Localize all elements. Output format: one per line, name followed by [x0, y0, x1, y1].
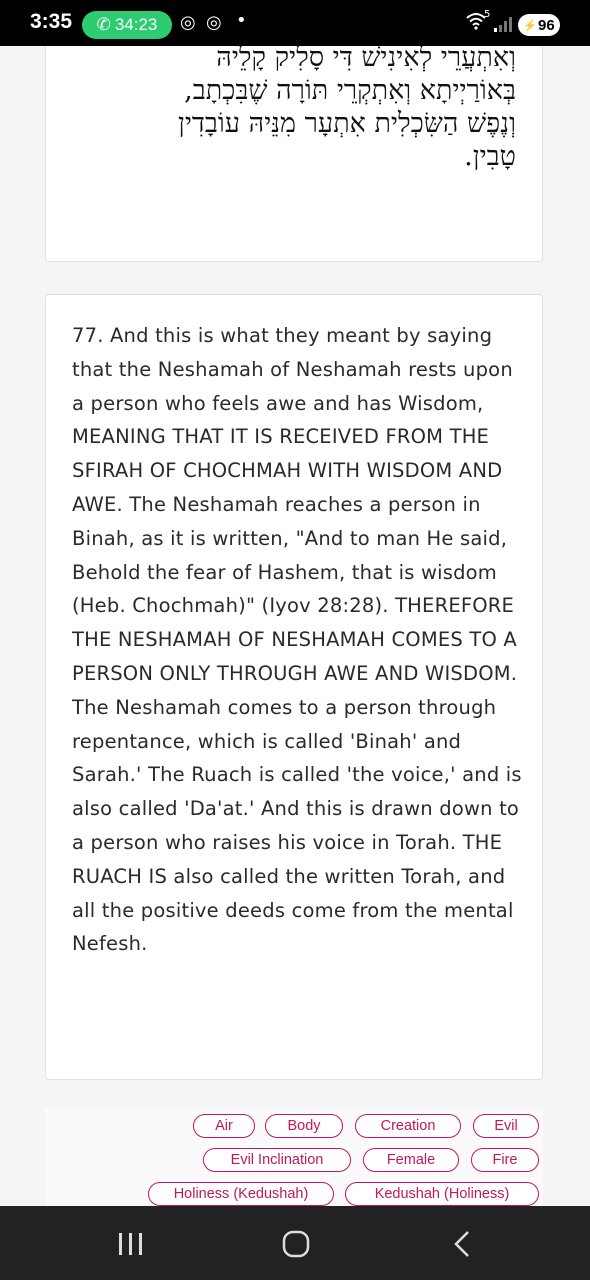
signal-label: 5 — [484, 9, 491, 20]
notification-dot-icon: • — [236, 10, 247, 31]
status-time: 3:35 — [30, 10, 73, 33]
home-button[interactable] — [272, 1224, 320, 1264]
tag-evil[interactable]: Evil — [473, 1114, 539, 1138]
translation-passage: 77. And this is what they meant by sayin… — [72, 324, 522, 956]
status-bar: 3:35 ✆ 34:23 ◎ ◎ • 5 ⚡ 96 — [0, 0, 590, 46]
cell-signal-icon — [494, 16, 512, 37]
tag-evil-inclination[interactable]: Evil Inclination — [203, 1148, 351, 1172]
back-icon — [454, 1231, 469, 1257]
tag-air[interactable]: Air — [193, 1114, 255, 1138]
tag-creation[interactable]: Creation — [355, 1114, 461, 1138]
tag-fire[interactable]: Fire — [471, 1148, 539, 1172]
tag-body[interactable]: Body — [265, 1114, 343, 1138]
recent-apps-icon — [119, 1233, 142, 1255]
tag-kedushah-holiness[interactable]: Kedushah (Holiness) — [345, 1182, 539, 1206]
battery-level: 96 — [538, 16, 555, 34]
chrome-icon-2: ◎ — [206, 12, 222, 33]
battery-icon: ⚡ — [523, 19, 537, 32]
home-icon — [282, 1230, 310, 1258]
back-button[interactable] — [438, 1224, 486, 1264]
phone-icon: ✆ — [96, 15, 111, 34]
hebrew-passage: וְאִתְעֲרֵי לְאִינִישׁ דִּי סָלִיק קָלֵי… — [177, 46, 516, 172]
recent-apps-button[interactable] — [107, 1224, 155, 1264]
tag-holiness-kedushah[interactable]: Holiness (Kedushah) — [148, 1182, 334, 1206]
system-navigation-bar — [0, 1206, 590, 1280]
ongoing-call-pill[interactable]: ✆ 34:23 — [82, 11, 172, 39]
wifi-icon — [466, 12, 486, 34]
chrome-icon: ◎ — [180, 12, 196, 33]
article-content[interactable]: וְאִתְעֲרֵי לְאִינִישׁ דִּי סָלִיק קָלֵי… — [0, 46, 590, 1206]
hebrew-text-card: וְאִתְעֲרֵי לְאִינִישׁ דִּי סָלִיק קָלֵי… — [45, 46, 543, 262]
tag-female[interactable]: Female — [363, 1148, 459, 1172]
tags-section: Air Body Creation Evil Evil Inclination … — [45, 1108, 543, 1206]
translation-card: 77. And this is what they meant by sayin… — [45, 294, 543, 1080]
call-duration: 34:23 — [114, 15, 158, 34]
battery-indicator: ⚡ 96 — [518, 14, 560, 36]
